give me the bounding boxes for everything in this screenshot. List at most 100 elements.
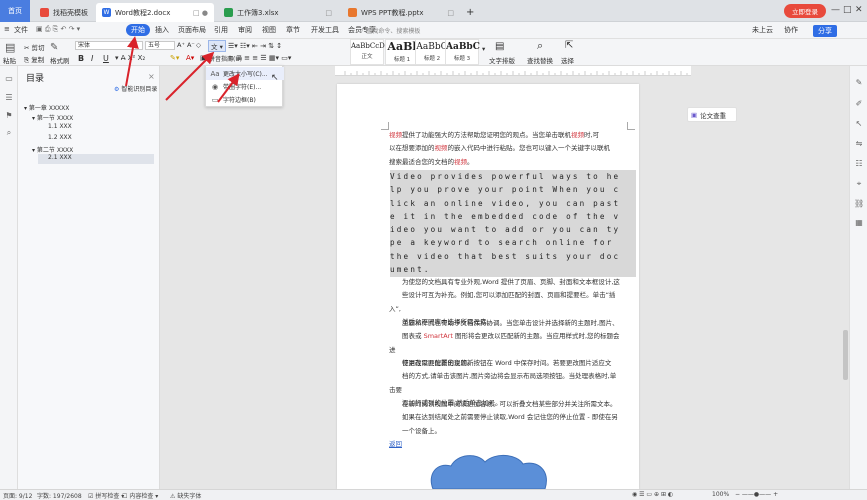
copy-button[interactable]: ⎘ 复制 — [24, 54, 44, 65]
cloud-shape[interactable] — [425, 454, 555, 489]
keyword-highlight: 视频 — [571, 131, 584, 139]
styles-more-icon[interactable]: ▾ — [482, 45, 485, 53]
pointer-icon[interactable]: ↖ — [854, 119, 864, 129]
collab-button[interactable]: 协作 — [784, 25, 798, 35]
spell-check-label: 拼写检查 — [95, 493, 120, 500]
share-button[interactable]: 分享 — [813, 25, 837, 37]
style-heading-2[interactable]: AaBbC 标题 2 — [415, 39, 449, 65]
pen-icon[interactable]: ✎ — [854, 78, 864, 88]
location-icon[interactable]: ⌖ — [854, 179, 864, 189]
content-check[interactable]: ☐ 内容检查 ▾ — [122, 491, 158, 500]
brush-icon[interactable]: ✎ — [50, 42, 58, 53]
toc-item[interactable]: ▾ 第一节 XXXX — [32, 113, 73, 122]
search-icon[interactable]: ⌕ — [4, 128, 14, 138]
list-icons[interactable]: ☰▾ ☷▾ ⇤ ⇥ ⇅ ↕ — [228, 42, 282, 50]
link-icon[interactable]: ⛓ — [854, 199, 864, 209]
font-color-icon[interactable]: A▾ — [186, 54, 194, 62]
maximize-icon[interactable]: □ — [843, 5, 852, 15]
case-icon: Aa — [210, 69, 220, 78]
menu-layout[interactable]: 页面布局 — [178, 25, 206, 35]
cut-button[interactable]: ✂ 剪切 — [24, 42, 45, 52]
toc-item-selected[interactable]: 2.1 XXX — [38, 154, 154, 164]
font-size-select[interactable]: 五号 — [145, 41, 175, 50]
missing-font[interactable]: ⚠ 缺失字体 — [170, 491, 201, 500]
return-link[interactable]: 返回 — [389, 438, 621, 451]
tab-excel[interactable]: 工作簿3.xlsx □ — [218, 3, 338, 22]
view-mode-icons[interactable]: ◉ ☰ ▭ ⊕ ⊞ ◐ — [632, 491, 673, 498]
close-icon[interactable]: □ ● — [189, 9, 208, 17]
quick-access-icons[interactable]: ▣ ⎙ ⎘ ↶ ↷ ▾ — [36, 25, 80, 34]
pinyin-guide-button[interactable]: 文 ▾ — [208, 40, 226, 52]
toc-icon[interactable]: ☰ — [4, 93, 14, 103]
page-icon[interactable]: ▭ — [4, 74, 14, 84]
style-heading-1[interactable]: AaBl 标题 1 — [385, 39, 419, 65]
page-indicator[interactable]: 页面: 9/12 — [3, 491, 32, 500]
bold-button[interactable]: B — [78, 54, 84, 63]
close-window-icon[interactable]: ✕ — [855, 5, 863, 15]
underline-button[interactable]: U — [103, 54, 109, 63]
style-heading-3[interactable]: AaBbC 标题 3 — [445, 39, 480, 65]
zoom-level[interactable]: 100% — [712, 491, 729, 498]
new-tab-button[interactable]: + — [460, 3, 480, 22]
font-name-select[interactable]: 宋体 — [75, 41, 143, 50]
tab-ppt[interactable]: WPS PPT教程.pptx □ — [342, 3, 460, 22]
close-icon[interactable]: × — [148, 72, 155, 81]
font-grow-icons[interactable]: A⁺ A⁻ — [177, 41, 195, 49]
menu-references[interactable]: 引用 — [214, 25, 228, 35]
menu-insert[interactable]: 插入 — [155, 25, 169, 35]
english-paragraph-selected[interactable]: Video provides powerful ways to he lp you… — [390, 170, 636, 277]
edit-icon[interactable]: ✐ — [854, 99, 864, 109]
keyword-highlight: 视频 — [434, 144, 448, 153]
zoom-slider[interactable]: − ——●—— + — [735, 491, 778, 498]
strike-sup-sub-icons[interactable]: ▾ A̶ X² X₂ — [115, 54, 145, 62]
tab-home[interactable]: 首页 — [0, 0, 30, 22]
menu-file[interactable]: 文件 — [14, 25, 28, 35]
paste-icon[interactable]: ▤ — [5, 41, 15, 54]
menu-item-char-border[interactable]: ▭ 字符边框(B) — [206, 93, 284, 106]
login-button[interactable]: 立即登录 — [784, 4, 826, 18]
minimize-icon[interactable]: — — [831, 5, 840, 15]
close-icon[interactable]: □ — [321, 9, 332, 17]
adjust-icon[interactable]: ⇋ — [854, 139, 864, 149]
search-box[interactable]: ⌕ 查找命令、搜索模板 — [360, 25, 490, 36]
menu-icon[interactable]: ≡ — [4, 25, 10, 33]
smart-toc-label: 智能识别目录 — [121, 86, 158, 93]
tab-word-doc[interactable]: W Word教程2.docx □ ● — [96, 3, 214, 22]
select-button[interactable]: 选择 — [561, 55, 574, 65]
text-run: 时,可 — [584, 131, 600, 139]
paragraph-5[interactable]: 在新的阅读视图中阅读更加容易。可以折叠文档某些部分并关注所需文本。 如果在达到结尾… — [389, 398, 621, 438]
document-page[interactable]: 视频提供了功能强大的方法帮助您证明您的观点。当您单击联机视频时,可 以在想要添加的… — [337, 84, 639, 489]
apps-icon[interactable]: ▦ — [854, 218, 864, 228]
bookmark-icon[interactable]: ⚑ — [4, 111, 14, 121]
smart-toc-button[interactable]: ⚙ 智能识别目录 — [114, 84, 157, 93]
toc-item[interactable]: 1.1 XXX — [48, 123, 72, 130]
menu-view[interactable]: 视图 — [262, 25, 276, 35]
menu-chapter[interactable]: 章节 — [286, 25, 300, 35]
pinyin-guide-item-above[interactable]: 拼音指南(U) — [209, 54, 242, 63]
toc-item[interactable]: ▾ 第二节 XXXX — [32, 145, 73, 154]
toc-item[interactable]: ▾ 第一章 XXXXX — [24, 103, 69, 112]
menu-review[interactable]: 审阅 — [238, 25, 252, 35]
italic-button[interactable]: I — [91, 54, 93, 63]
tab-template[interactable]: 找稻壳模板 — [34, 3, 94, 22]
scrollbar-thumb[interactable] — [843, 330, 848, 380]
format-painter-button[interactable]: 格式刷 — [50, 55, 70, 65]
vertical-scrollbar[interactable] — [843, 72, 848, 484]
word-count[interactable]: 字数: 197/2608 — [37, 491, 82, 500]
menu-developer[interactable]: 开发工具 — [311, 25, 339, 35]
paste-button[interactable]: 粘贴 — [3, 55, 16, 65]
text-layout-button[interactable]: 文字排版 — [489, 55, 515, 65]
find-replace-button[interactable]: 查找替换 — [527, 55, 553, 65]
clear-format-icon[interactable]: ◇ — [196, 41, 201, 49]
paper-check-button[interactable]: ▣ 论文查重 — [687, 107, 737, 122]
paragraph-1[interactable]: 视频提供了功能强大的方法帮助您证明您的观点。当您单击联机视频时,可 以在想要添加的… — [389, 129, 621, 169]
menu-start[interactable]: 开始 — [126, 24, 150, 36]
highlight-icon[interactable]: ✎▾ — [170, 54, 179, 62]
style-normal[interactable]: AaBbCcDd 正文 — [350, 39, 389, 65]
toc-item[interactable]: 1.2 XXX — [48, 134, 72, 141]
char-shading-icon[interactable]: ▣ — [200, 54, 207, 62]
cloud-status[interactable]: 未上云 — [752, 25, 773, 35]
spell-check[interactable]: ☑ 拼写检查 ▾ — [88, 491, 124, 500]
close-icon[interactable]: □ — [443, 9, 454, 17]
settings-icon[interactable]: ☷ — [854, 159, 864, 169]
